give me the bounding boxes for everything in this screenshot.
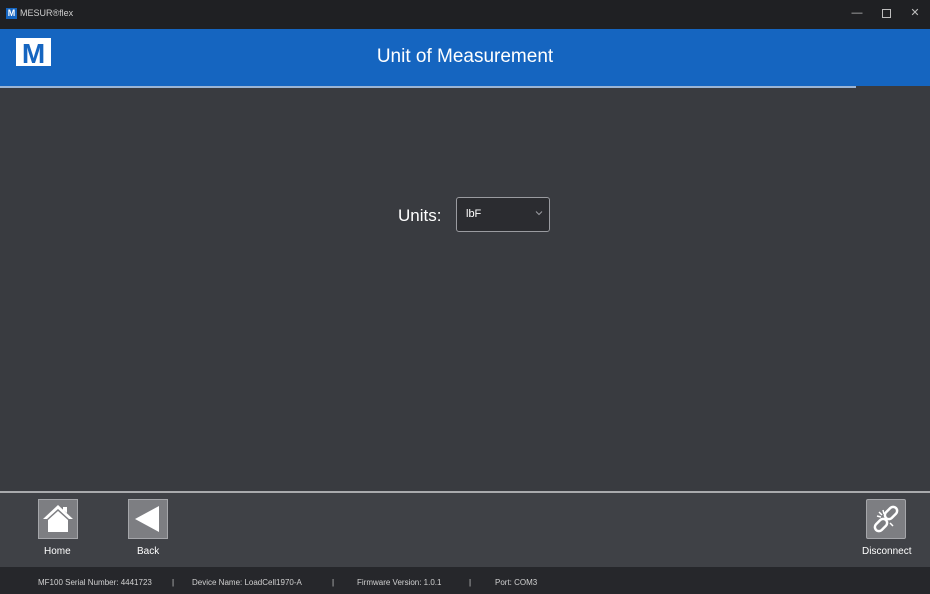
status-separator: | [332, 578, 335, 587]
window-titlebar: M MESUR®flex — ✕ [0, 0, 930, 29]
back-arrow-icon [135, 506, 159, 532]
serial-number-text: MF100 Serial Number: 4441723 [38, 578, 152, 587]
status-bar: MF100 Serial Number: 4441723 | Device Na… [0, 567, 930, 594]
status-separator: | [469, 578, 472, 587]
home-button[interactable] [38, 499, 78, 539]
back-button[interactable] [128, 499, 168, 539]
home-icon [43, 505, 73, 532]
status-separator: | [172, 578, 175, 587]
chevron-down-icon [535, 211, 543, 216]
header-divider [0, 86, 856, 88]
units-dropdown[interactable]: lbF [456, 197, 550, 232]
app-logo-icon: M [6, 8, 17, 19]
broken-link-icon [873, 505, 899, 533]
units-label: Units: [398, 206, 442, 225]
units-selected-value: lbF [466, 208, 482, 220]
port-text: Port: COM3 [495, 578, 538, 587]
app-title: MESUR®flex [20, 8, 74, 18]
page-title: Unit of Measurement [376, 46, 554, 67]
disconnect-label: Disconnect [862, 546, 912, 557]
device-name-text: Device Name: LoadCell1970-A [192, 578, 302, 587]
maximize-icon [881, 8, 891, 18]
maximize-button[interactable] [871, 0, 901, 29]
back-label: Back [137, 546, 160, 557]
minimize-button[interactable]: — [842, 0, 872, 29]
home-label: Home [44, 546, 71, 557]
disconnect-button[interactable] [866, 499, 906, 539]
close-button[interactable]: ✕ [900, 0, 930, 29]
firmware-version-text: Firmware Version: 1.0.1 [357, 578, 442, 587]
